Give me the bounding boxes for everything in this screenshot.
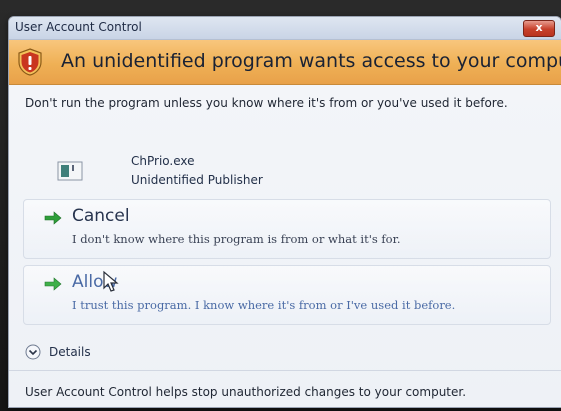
allow-option-button[interactable]: Allow I trust this program. I know where… xyxy=(23,265,551,325)
footer-text: User Account Control helps stop unauthor… xyxy=(25,385,467,399)
program-icon xyxy=(57,161,83,181)
window-title: User Account Control xyxy=(15,20,142,34)
chevron-down-icon[interactable] xyxy=(25,344,41,360)
close-button[interactable]: x xyxy=(523,20,555,37)
program-publisher: Unidentified Publisher xyxy=(131,173,263,187)
cancel-description: I don't know where this program is from … xyxy=(72,232,401,246)
green-arrow-icon xyxy=(44,211,62,225)
green-arrow-icon xyxy=(44,277,62,291)
details-toggle[interactable]: Details xyxy=(23,341,223,365)
allow-description: I trust this program. I know where it's … xyxy=(72,298,456,312)
banner-title: An unidentified program wants access to … xyxy=(61,50,561,72)
shield-warning-icon xyxy=(18,48,42,76)
uac-dialog: User Account Control x An unidentified p… xyxy=(8,16,561,408)
details-label: Details xyxy=(49,345,91,359)
screen-background: User Account Control x An unidentified p… xyxy=(0,0,561,411)
dialog-body: Don't run the program unless you know wh… xyxy=(9,85,561,407)
warning-banner: An unidentified program wants access to … xyxy=(9,40,561,85)
warning-text: Don't run the program unless you know wh… xyxy=(25,96,508,110)
cancel-title: Cancel xyxy=(72,206,130,226)
cancel-option-button[interactable]: Cancel I don't know where this program i… xyxy=(23,199,551,259)
mouse-pointer-icon xyxy=(103,270,119,292)
title-bar[interactable]: User Account Control x xyxy=(9,17,561,40)
program-name: ChPrio.exe xyxy=(131,154,195,168)
footer-divider xyxy=(9,370,561,371)
